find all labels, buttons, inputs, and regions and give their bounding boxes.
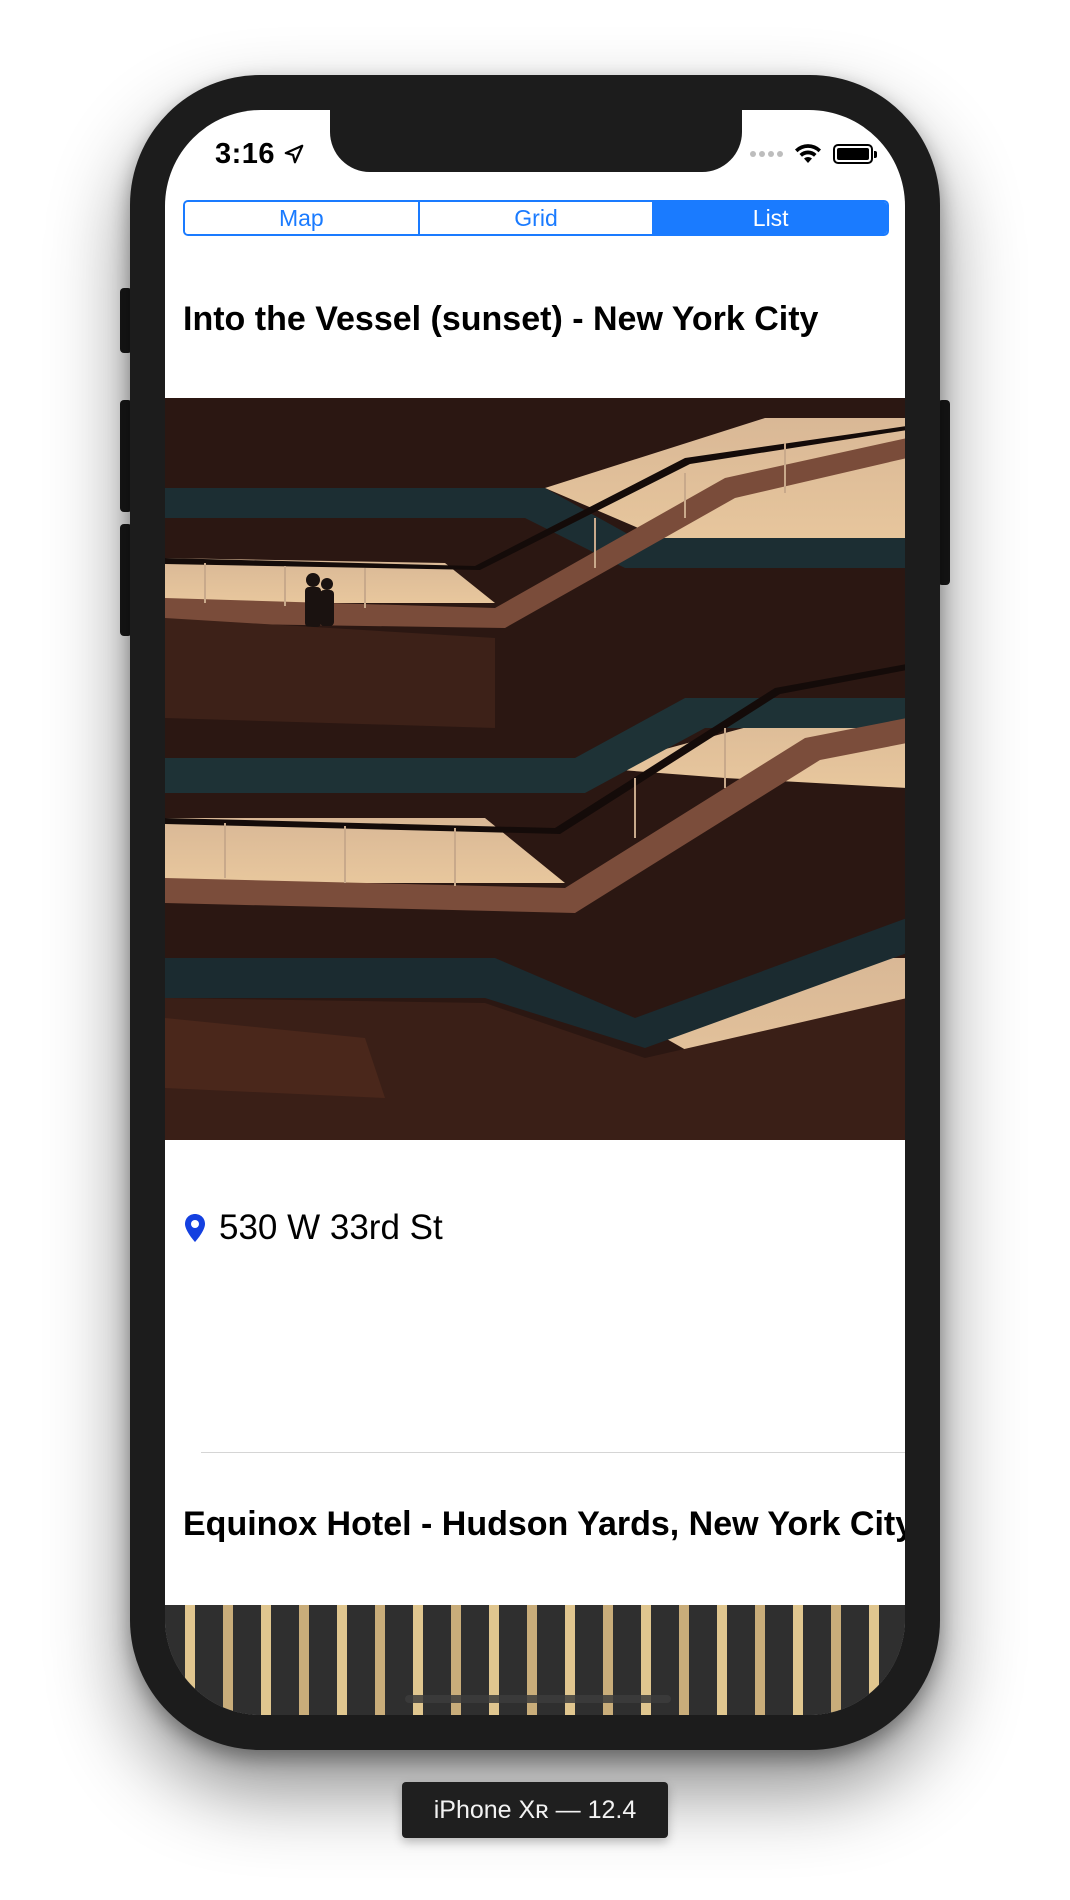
list-separator <box>201 1452 905 1453</box>
wifi-icon <box>795 144 821 163</box>
address-text: 530 W 33rd St <box>219 1208 443 1247</box>
segment-grid[interactable]: Grid <box>419 202 655 234</box>
list-item-title[interactable]: Equinox Hotel - Hudson Yards, New York C… <box>183 1505 905 1544</box>
view-mode-segmented-control: Map Grid List <box>183 200 889 236</box>
list-item-photo[interactable] <box>165 398 905 1140</box>
status-indicators <box>750 142 877 166</box>
status-time: 3:16 <box>215 138 276 170</box>
list-item-title[interactable]: Into the Vessel (sunset) - New York City <box>183 300 818 339</box>
address-row: 530 W 33rd St <box>183 1208 443 1248</box>
segment-map[interactable]: Map <box>185 202 420 234</box>
simulator-stage: 3:16 Map Grid List Into the Vessel (suns… <box>0 0 1070 1900</box>
home-indicator[interactable] <box>405 1695 671 1703</box>
battery-icon <box>833 144 877 164</box>
cellular-signal-icon <box>750 151 783 157</box>
segment-list[interactable]: List <box>654 202 887 234</box>
device-screen: 3:16 Map Grid List Into the Vessel (suns… <box>165 110 905 1715</box>
location-pin-icon <box>185 1214 205 1242</box>
simulator-device-label: iPhone Xʀ — 12.4 <box>402 1782 668 1838</box>
location-arrow-icon <box>284 144 304 164</box>
notch <box>330 110 742 172</box>
vessel-photo-image <box>165 398 905 1140</box>
